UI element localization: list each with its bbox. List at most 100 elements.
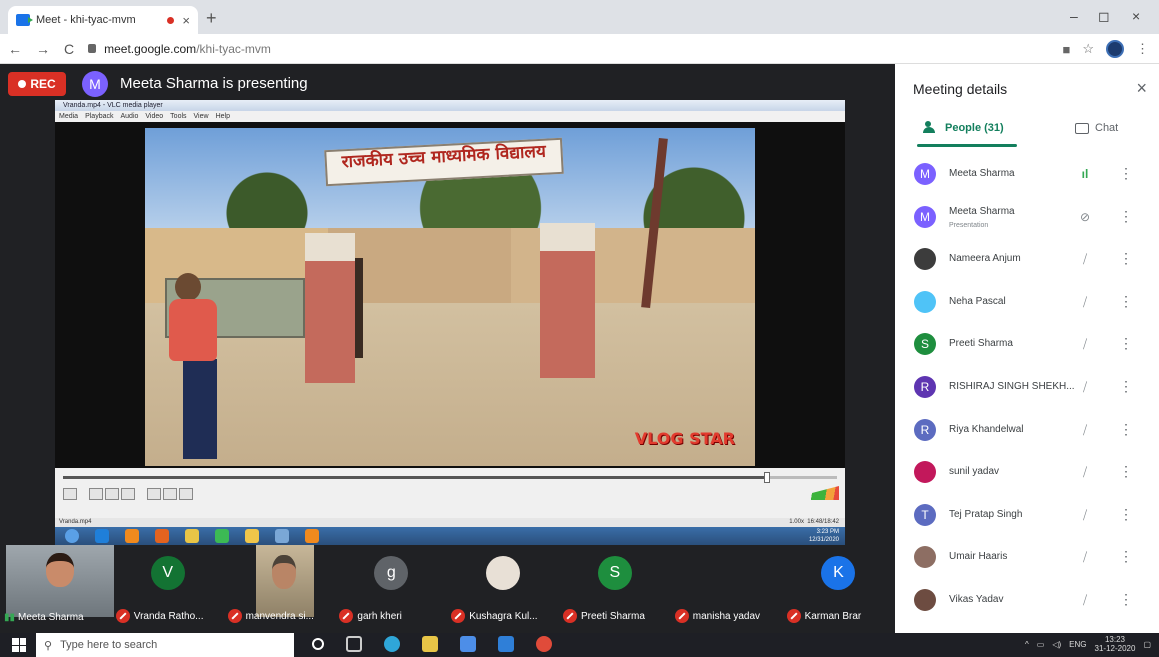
vlc-seek-knob bbox=[764, 472, 771, 483]
panel-close-button[interactable]: × bbox=[1136, 78, 1147, 99]
audio-off-icon[interactable]: ⊘ bbox=[1076, 208, 1094, 226]
network-icon[interactable]: ▭ bbox=[1037, 640, 1045, 649]
vlc-fullscreen-icon bbox=[147, 488, 161, 500]
vlc-status-file: Vranda.mp4 bbox=[59, 519, 92, 525]
edge-icon[interactable] bbox=[384, 636, 400, 652]
volume-icon[interactable]: ◁) bbox=[1052, 640, 1061, 649]
list-item[interactable]: M Meeta Sharma Presentation ⊘ ⋮ bbox=[895, 197, 1159, 240]
video-gate-left bbox=[305, 233, 355, 383]
person-avatar-photo bbox=[914, 546, 936, 569]
person-avatar-photo bbox=[914, 290, 936, 313]
more-options-icon[interactable]: ⋮ bbox=[1119, 379, 1133, 393]
tab-close-icon[interactable]: × bbox=[182, 13, 190, 28]
participant-tile[interactable]: manisha yadav bbox=[671, 545, 783, 633]
taskbar-clock[interactable]: 13:23 31-12-2020 bbox=[1095, 635, 1136, 653]
more-options-icon[interactable]: ⋮ bbox=[1119, 166, 1133, 180]
participant-tile[interactable]: manvendra si... bbox=[224, 545, 336, 633]
browser-menu-icon[interactable]: ⋮ bbox=[1136, 41, 1149, 57]
tab-people[interactable]: People (31) bbox=[923, 121, 1004, 134]
more-options-icon[interactable]: ⋮ bbox=[1119, 464, 1133, 478]
participant-tile[interactable]: g garh kheri bbox=[335, 545, 447, 633]
video-watermark: VLOG STAR bbox=[634, 429, 735, 448]
participant-tile[interactable]: ▮▮ Meeta Sharma bbox=[0, 545, 114, 633]
mic-off-icon[interactable]: ⧸ bbox=[1076, 250, 1094, 268]
participant-tile[interactable]: K Karman Brar bbox=[783, 545, 895, 633]
language-indicator[interactable]: ENG bbox=[1069, 640, 1086, 649]
vlc-playlist-icon bbox=[179, 488, 193, 500]
cortana-icon[interactable] bbox=[312, 638, 324, 650]
meet-stage: REC M Meeta Sharma is presenting Vranda.… bbox=[0, 64, 895, 633]
mic-off-icon bbox=[562, 609, 577, 623]
store-icon[interactable] bbox=[460, 636, 476, 652]
list-item[interactable]: S Preeti Sharma ⧸ ⋮ bbox=[895, 324, 1159, 367]
more-options-icon[interactable]: ⋮ bbox=[1119, 549, 1133, 563]
list-item[interactable]: Vikas Yadav ⧸ ⋮ bbox=[895, 580, 1159, 623]
windows-start-icon[interactable] bbox=[12, 638, 26, 652]
search-placeholder: Type here to search bbox=[60, 639, 158, 651]
mic-off-icon[interactable]: ⧸ bbox=[1076, 378, 1094, 396]
notifications-icon[interactable]: ▢ bbox=[1143, 640, 1151, 649]
url-field[interactable]: meet.google.com/khi-tyac-mvm bbox=[104, 42, 271, 56]
participant-strip: ▮▮ Meeta Sharma V Vranda Ratho... manvend… bbox=[0, 545, 895, 633]
tab-chat[interactable]: Chat bbox=[1075, 122, 1118, 134]
tray-chevron-icon[interactable]: ^ bbox=[1025, 640, 1029, 649]
profile-avatar[interactable] bbox=[1106, 40, 1124, 58]
person-avatar: T bbox=[914, 503, 936, 526]
taskbar-search[interactable]: ⚲ Type here to search bbox=[36, 633, 294, 657]
back-button[interactable]: ← bbox=[8, 41, 22, 57]
mic-off-icon[interactable]: ⧸ bbox=[1076, 591, 1094, 609]
more-options-icon[interactable]: ⋮ bbox=[1119, 209, 1133, 223]
more-options-icon[interactable]: ⋮ bbox=[1119, 294, 1133, 308]
chrome-icon[interactable] bbox=[536, 636, 552, 652]
list-item[interactable]: M Meeta Sharma ıl ⋮ bbox=[895, 154, 1159, 197]
url-host: meet.google.com bbox=[104, 41, 197, 56]
list-item[interactable]: Nameera Anjum ⧸ ⋮ bbox=[895, 239, 1159, 282]
person-name: Riya Khandelwal bbox=[949, 423, 1024, 435]
participant-video bbox=[6, 545, 114, 617]
list-item[interactable]: T Tej Pratap Singh ⧸ ⋮ bbox=[895, 495, 1159, 538]
mic-off-icon[interactable]: ⧸ bbox=[1076, 548, 1094, 566]
person-avatar: M bbox=[914, 163, 936, 185]
more-options-icon[interactable]: ⋮ bbox=[1119, 422, 1133, 436]
mic-off-icon[interactable]: ⧸ bbox=[1076, 421, 1094, 439]
lock-icon[interactable] bbox=[88, 44, 97, 53]
new-tab-button[interactable]: + bbox=[206, 8, 217, 29]
mic-off-icon[interactable]: ⧸ bbox=[1076, 506, 1094, 524]
vlc-status-time: 16:48/18:42 bbox=[807, 519, 839, 525]
browser-tab-meet[interactable]: Meet - khi-tyac-mvm × bbox=[8, 6, 198, 34]
person-name: Meeta Sharma bbox=[949, 168, 1015, 179]
more-options-icon[interactable]: ⋮ bbox=[1119, 592, 1133, 606]
bookmark-star-icon[interactable]: ☆ bbox=[1082, 41, 1094, 57]
vlc-menu-playback: Playback bbox=[85, 113, 114, 120]
window-close-button[interactable]: × bbox=[1132, 8, 1140, 24]
file-explorer-icon[interactable] bbox=[422, 636, 438, 652]
list-item[interactable]: sunil yadav ⧸ ⋮ bbox=[895, 452, 1159, 495]
minimize-button[interactable]: – bbox=[1070, 8, 1078, 24]
people-list: M Meeta Sharma ıl ⋮ M Meeta Sharma Prese… bbox=[895, 154, 1159, 623]
more-options-icon[interactable]: ⋮ bbox=[1119, 507, 1133, 521]
mic-off-icon[interactable]: ⧸ bbox=[1076, 293, 1094, 311]
mic-off-icon bbox=[674, 609, 689, 623]
address-bar-actions: ■ ☆ ⋮ bbox=[1062, 40, 1149, 58]
vlc-next-icon bbox=[121, 488, 135, 500]
maximize-button[interactable]: ◻ bbox=[1098, 8, 1110, 25]
list-item[interactable]: R Riya Khandelwal ⧸ ⋮ bbox=[895, 410, 1159, 453]
participant-name: manisha yadav bbox=[692, 610, 761, 622]
participant-tile[interactable]: V Vranda Ratho... bbox=[112, 545, 224, 633]
more-options-icon[interactable]: ⋮ bbox=[1119, 336, 1133, 350]
participant-tile[interactable]: Kushagra Kul... bbox=[447, 545, 559, 633]
more-options-icon[interactable]: ⋮ bbox=[1119, 251, 1133, 265]
participant-tile[interactable]: S Preeti Sharma bbox=[559, 545, 671, 633]
list-item[interactable]: Neha Pascal ⧸ ⋮ bbox=[895, 282, 1159, 325]
mic-off-icon[interactable]: ⧸ bbox=[1076, 463, 1094, 481]
list-item[interactable]: Umair Haaris ⧸ ⋮ bbox=[895, 537, 1159, 580]
mic-off-icon[interactable]: ⧸ bbox=[1076, 335, 1094, 353]
mail-icon[interactable] bbox=[498, 636, 514, 652]
list-item[interactable]: R RISHIRAJ SINGH SHEKH... ⧸ ⋮ bbox=[895, 367, 1159, 410]
mic-off-icon bbox=[451, 609, 466, 623]
forward-button[interactable]: → bbox=[36, 41, 50, 57]
task-view-icon[interactable] bbox=[346, 636, 362, 652]
camera-icon[interactable]: ■ bbox=[1062, 42, 1070, 57]
person-name: Tej Pratap Singh bbox=[949, 508, 1023, 520]
reload-button[interactable]: C bbox=[64, 41, 74, 57]
